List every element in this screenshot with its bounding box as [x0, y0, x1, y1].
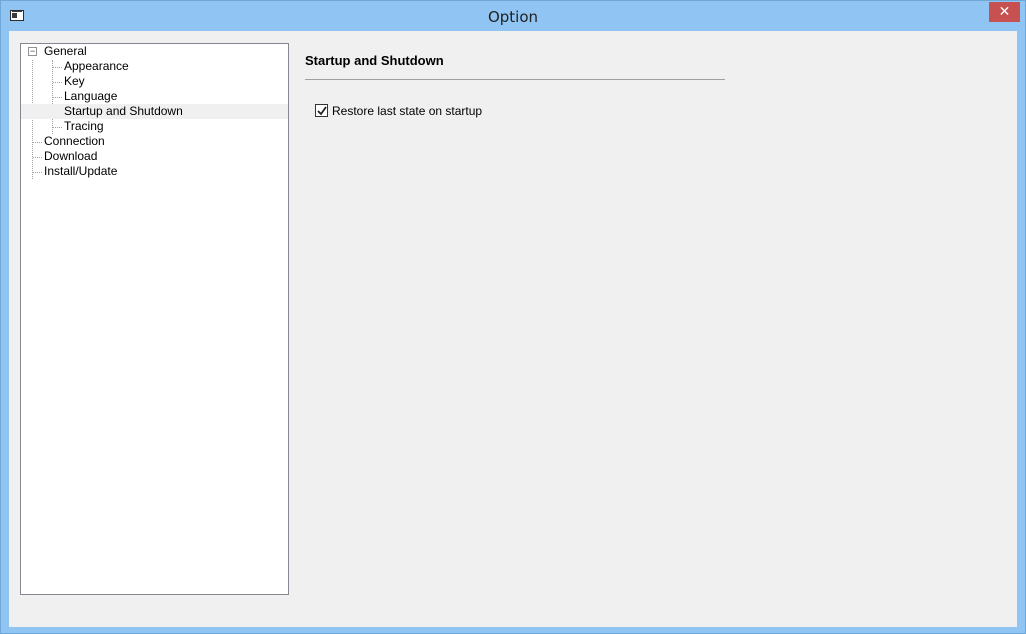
restore-last-state-checkbox[interactable]	[315, 104, 328, 117]
tree-item-label: Startup and Shutdown	[64, 104, 183, 118]
tree-item-download[interactable]: Download	[44, 149, 97, 164]
tree-item-install-update[interactable]: Install/Update	[44, 164, 117, 179]
tree-item-label: General	[44, 44, 87, 58]
section-divider	[305, 79, 725, 80]
tree-item-label: Appearance	[64, 59, 129, 73]
tree-item-appearance[interactable]: Appearance	[64, 59, 129, 74]
collapse-icon[interactable]: −	[28, 47, 37, 56]
tree-item-key[interactable]: Key	[64, 74, 85, 89]
tree-connector	[53, 67, 62, 68]
tree-item-label: Tracing	[64, 119, 104, 133]
tree-item-label: Key	[64, 74, 85, 88]
close-icon: ✕	[998, 4, 1011, 20]
title-bar[interactable]: Option ✕	[1, 1, 1025, 31]
tree-connector	[33, 172, 42, 173]
checkmark-icon	[317, 106, 327, 116]
tree-item-label: Download	[44, 149, 98, 163]
tree-item-tracing[interactable]: Tracing	[64, 119, 104, 134]
tree-connector	[33, 142, 42, 143]
close-button[interactable]: ✕	[989, 2, 1020, 22]
checkbox-label: Restore last state on startup	[332, 104, 483, 118]
tree-connector	[33, 157, 42, 158]
tree-item-connection[interactable]: Connection	[44, 134, 105, 149]
section-title: Startup and Shutdown	[305, 53, 444, 68]
tree-connector-root	[32, 60, 33, 179]
tree-item-language[interactable]: Language	[64, 89, 117, 104]
tree-item-label: Language	[64, 89, 118, 103]
window-title: Option	[487, 8, 539, 26]
tree-item-general[interactable]: − General	[21, 44, 288, 59]
dialog-client-area: − General Appearance Key Language Startu…	[9, 31, 1017, 627]
tree-connector	[53, 127, 62, 128]
tree-connector	[53, 82, 62, 83]
tree-item-label: Connection	[44, 134, 105, 148]
options-tree[interactable]: − General Appearance Key Language Startu…	[20, 43, 289, 595]
tree-item-startup-and-shutdown[interactable]: Startup and Shutdown	[21, 104, 288, 119]
option-window: Option ✕ − General Appearance Key Langua…	[0, 0, 1026, 634]
tree-connector	[53, 97, 62, 98]
tree-item-label: Install/Update	[44, 164, 118, 178]
